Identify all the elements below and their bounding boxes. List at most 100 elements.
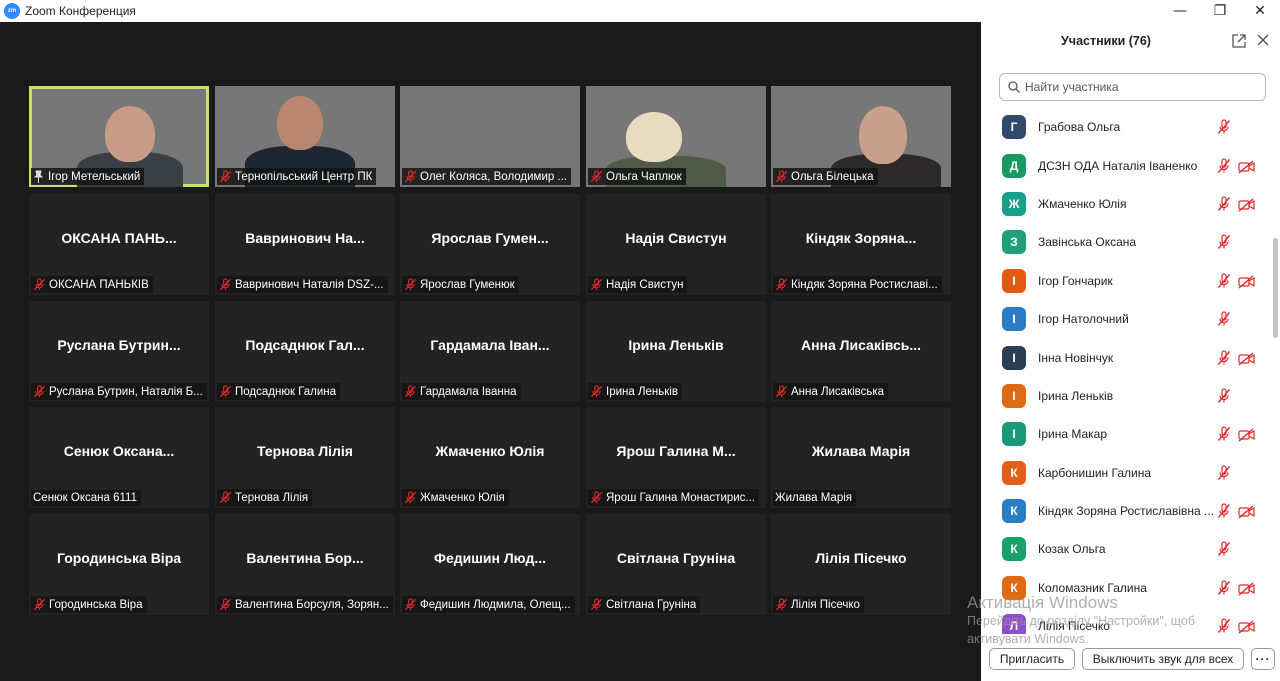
mic-muted-icon	[1217, 503, 1231, 519]
participant-row[interactable]: К Козак Ольга	[981, 530, 1271, 568]
tile-display-name: Надія Свистун	[625, 230, 727, 246]
video-tile[interactable]: Тернопільський Центр ПК	[215, 86, 395, 187]
participant-row[interactable]: І Ігор Гончарик	[981, 262, 1271, 300]
scroll-thumb[interactable]	[1273, 238, 1278, 338]
video-tile[interactable]: Лілія Пісечко Лілія Пісечко	[771, 514, 951, 615]
video-tile[interactable]: Ігор Метельський	[29, 86, 209, 187]
tile-name-text: Ольга Чаплюк	[606, 170, 682, 183]
tile-name-label: Олег Коляса, Володимир ...	[402, 168, 572, 185]
tile-name-label: ОКСАНА ПАНЬКІВ	[31, 276, 153, 293]
video-tile[interactable]: Ольга Чаплюк	[586, 86, 766, 187]
video-tile[interactable]: Ярослав Гумен... Ярослав Гуменюк	[400, 194, 580, 295]
tile-name-label: Кіндяк Зоряна Ростиславі...	[773, 276, 942, 293]
avatar: І	[1002, 345, 1026, 370]
video-tile[interactable]: Кіндяк Зоряна... Кіндяк Зоряна Ростиславі…	[771, 194, 951, 295]
video-tile[interactable]: ОКСАНА ПАНЬ... ОКСАНА ПАНЬКІВ	[29, 194, 209, 295]
participant-name: Козак Ольга	[1038, 542, 1106, 557]
mic-muted-icon	[219, 598, 232, 611]
video-tile[interactable]: Валентина Бор... Валентина Борсуля, Зорян…	[215, 514, 395, 615]
avatar: Л	[1002, 614, 1026, 634]
video-tile[interactable]: Анна Лисаківсь... Анна Лисаківська	[771, 301, 951, 402]
video-tile[interactable]: Городинська Віра Городинська Віра	[29, 514, 209, 615]
search-input[interactable]	[1025, 80, 1255, 94]
participant-row[interactable]: З Завінська Оксана	[981, 223, 1271, 261]
tile-name-label: Сенюк Оксана 6111	[31, 490, 141, 506]
tile-display-name: Городинська Віра	[56, 550, 182, 566]
video-tile[interactable]: Жилава Марія Жилава Марія	[771, 407, 951, 508]
participant-row[interactable]: І Ігор Натолочний	[981, 300, 1271, 338]
tile-name-text: Жилава Марія	[775, 492, 853, 504]
invite-button[interactable]: Пригласить	[989, 648, 1075, 670]
close-window-button[interactable]: ✕	[1240, 0, 1280, 22]
participant-row[interactable]: І Інна Новінчук	[981, 338, 1271, 376]
participant-row[interactable]: І Ірина Леньків	[981, 377, 1271, 415]
video-tile[interactable]: Федишин Люд... Федишин Людмила, Олещ...	[400, 514, 580, 615]
mic-muted-icon	[1217, 196, 1231, 212]
avatar: З	[1002, 230, 1026, 255]
search-box[interactable]	[999, 73, 1266, 101]
avatar: І	[1002, 268, 1026, 293]
video-gallery: Ігор Метельський Тернопільський Центр ПК О…	[0, 22, 981, 681]
tile-name-label: Тернопільський Центр ПК	[217, 168, 377, 185]
tile-name-text: Анна Лисаківська	[791, 385, 885, 398]
tile-name-label: Городинська Віра	[31, 596, 147, 613]
more-options-button[interactable]: ···	[1251, 648, 1275, 670]
tile-name-text: Ігор Метельський	[48, 170, 141, 183]
mic-muted-icon	[1217, 618, 1231, 634]
tile-display-name: Ярослав Гумен...	[431, 230, 549, 246]
participant-name: Завінська Оксана	[1038, 235, 1137, 250]
mic-muted-icon	[590, 170, 603, 183]
video-tile[interactable]: Гардамала Іван... Гардамала Іванна	[400, 301, 580, 402]
participant-row[interactable]: Ж Жмаченко Юлія	[981, 185, 1271, 223]
video-tile[interactable]: Руслана Бутрин... Руслана Бутрин, Наталія…	[29, 301, 209, 402]
video-off-icon	[1238, 504, 1255, 519]
minimize-button[interactable]: —	[1160, 0, 1200, 22]
tile-display-name: Кіндяк Зоряна...	[805, 230, 917, 246]
participant-row[interactable]: Д ДСЗН ОДА Наталія Іваненко	[981, 146, 1271, 184]
participant-list-scrollbar[interactable]	[1271, 108, 1279, 634]
video-tile[interactable]: Подсаднюк Гал... Подсаднюк Галина	[215, 301, 395, 402]
mic-muted-icon	[1217, 580, 1231, 596]
video-tile[interactable]: Жмаченко Юлія Жмаченко Юлія	[400, 407, 580, 508]
video-tile[interactable]: Надія Свистун Надія Свистун	[586, 194, 766, 295]
tile-display-name: Подсаднюк Гал...	[245, 337, 365, 353]
maximize-button[interactable]: ❐	[1200, 0, 1240, 22]
participant-row[interactable]: К Коломазник Галина	[981, 569, 1271, 607]
video-tile[interactable]: Олег Коляса, Володимир ...	[400, 86, 580, 187]
participants-panel: Участники (76) Г Грабова Ольга Д ДСЗН ОДА Н…	[981, 22, 1280, 681]
participant-row[interactable]: К Кіндяк Зоряна Ростиславівна ...	[981, 492, 1271, 530]
participant-row[interactable]: І Ірина Макар	[981, 415, 1271, 453]
participant-name: Ірина Леньків	[1038, 388, 1114, 403]
participant-name: Грабова Ольга	[1038, 120, 1121, 135]
tile-display-name: Жилава Марія	[811, 443, 911, 459]
panel-title: Участники (76)	[1061, 34, 1151, 48]
camera-feed-person	[859, 106, 907, 164]
tile-display-name: Ярош Галина М...	[616, 443, 736, 459]
video-tile[interactable]: Ольга Білецька	[771, 86, 951, 187]
close-icon[interactable]	[1257, 34, 1269, 46]
tile-display-name: Федишин Люд...	[434, 550, 546, 566]
tile-name-text: Світлана Груніна	[606, 598, 697, 611]
participant-row[interactable]: Л Лілія Пісечко	[981, 607, 1271, 634]
mic-muted-icon	[33, 598, 46, 611]
mic-muted-icon	[219, 278, 232, 291]
mute-all-button[interactable]: Выключить звук для всех	[1082, 648, 1244, 670]
video-tile[interactable]: Сенюк Оксана... Сенюк Оксана 6111	[29, 407, 209, 508]
video-tile[interactable]: Світлана Груніна Світлана Груніна	[586, 514, 766, 615]
tile-name-text: Федишин Людмила, Олещ...	[420, 598, 571, 611]
avatar: І	[1002, 422, 1026, 447]
popout-icon[interactable]	[1232, 34, 1246, 48]
video-off-icon	[1238, 427, 1255, 442]
participant-row[interactable]: Г Грабова Ольга	[981, 108, 1271, 146]
video-tile[interactable]: Ярош Галина М... Ярош Галина Монастирис..…	[586, 407, 766, 508]
tile-name-text: Ірина Леньків	[606, 385, 678, 398]
tile-name-label: Надія Свистун	[588, 276, 688, 293]
tile-name-label: Федишин Людмила, Олещ...	[402, 596, 575, 613]
video-tile[interactable]: Вавринович На... Вавринович Наталія DSZ-.…	[215, 194, 395, 295]
video-tile[interactable]: Тернова Лілія Тернова Лілія	[215, 407, 395, 508]
tile-name-text: Кіндяк Зоряна Ростиславі...	[791, 278, 938, 291]
mic-muted-icon	[404, 278, 417, 291]
participant-row[interactable]: К Карбонишин Галина	[981, 454, 1271, 492]
video-tile[interactable]: Ірина Леньків Ірина Леньків	[586, 301, 766, 402]
pin-icon	[33, 170, 44, 183]
